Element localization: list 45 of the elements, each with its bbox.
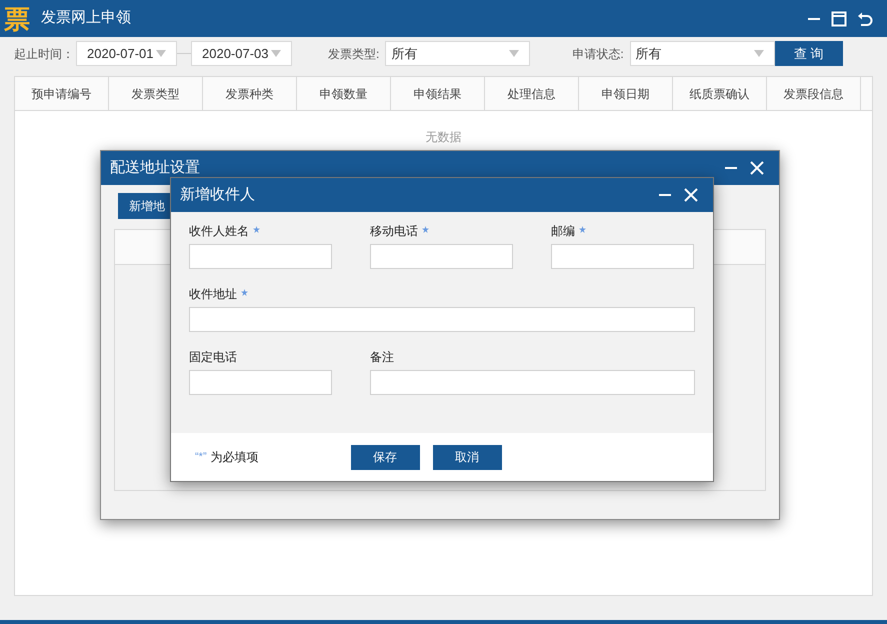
query-button[interactable]: 查 询 <box>774 41 843 66</box>
column-header: 申领日期 <box>579 77 673 110</box>
window-title: 发票网上申领 <box>41 8 131 28</box>
invoice-type-label: 发票类型: <box>328 46 380 62</box>
restore-icon[interactable] <box>857 10 873 26</box>
dropdown-caret-icon <box>754 50 764 57</box>
input-field[interactable] <box>189 370 332 395</box>
invoice-type-select[interactable]: 所有 <box>385 41 530 66</box>
field-label: 移动电话 <box>370 223 418 240</box>
date-range-label: 起止时间： <box>14 46 74 62</box>
input-field[interactable] <box>189 244 332 269</box>
field-label: 固定电话 <box>189 349 237 366</box>
column-header: 申领结果 <box>391 77 485 110</box>
input-field[interactable] <box>551 244 694 269</box>
maximize-icon[interactable] <box>831 10 847 26</box>
empty-message: 无数据 <box>426 129 462 146</box>
column-header: 申领数量 <box>297 77 391 110</box>
field-label: 邮编 <box>551 223 575 240</box>
end-date-field[interactable]: 2020-07-03 <box>191 41 292 66</box>
field-label: 收件人姓名 <box>189 223 249 240</box>
close-icon[interactable] <box>750 161 764 175</box>
required-note-mark: “*” <box>195 450 207 465</box>
input-field[interactable] <box>189 307 695 332</box>
dialog-button[interactable]: 取消 <box>432 444 502 470</box>
app-logo: 票 <box>3 6 31 32</box>
dropdown-caret-icon <box>156 50 166 57</box>
dropdown-caret-icon <box>509 50 520 57</box>
input-field[interactable] <box>370 244 513 269</box>
close-icon[interactable] <box>684 188 698 202</box>
column-header: 发票类型 <box>109 77 203 110</box>
dropdown-caret-icon <box>271 50 281 57</box>
column-header: 发票种类 <box>203 77 297 110</box>
input-field[interactable] <box>370 370 695 395</box>
dialog-button[interactable]: 保存 <box>350 444 420 470</box>
status-select[interactable]: 所有 <box>630 41 775 66</box>
required-note: 为必填项 <box>210 449 259 466</box>
column-header: 预申请编号 <box>15 77 109 110</box>
column-header: 处理信息 <box>485 77 579 110</box>
field-label: 备注 <box>370 349 394 366</box>
column-header: 发票段信息 <box>767 77 861 110</box>
start-date-field[interactable]: 2020-07-01 <box>76 41 177 66</box>
field-label: 收件地址 <box>189 286 237 303</box>
column-header: 纸质票确认 <box>673 77 767 110</box>
dialog-title: 配送地址设置 <box>110 158 200 178</box>
status-label: 申请状态: <box>572 46 624 62</box>
